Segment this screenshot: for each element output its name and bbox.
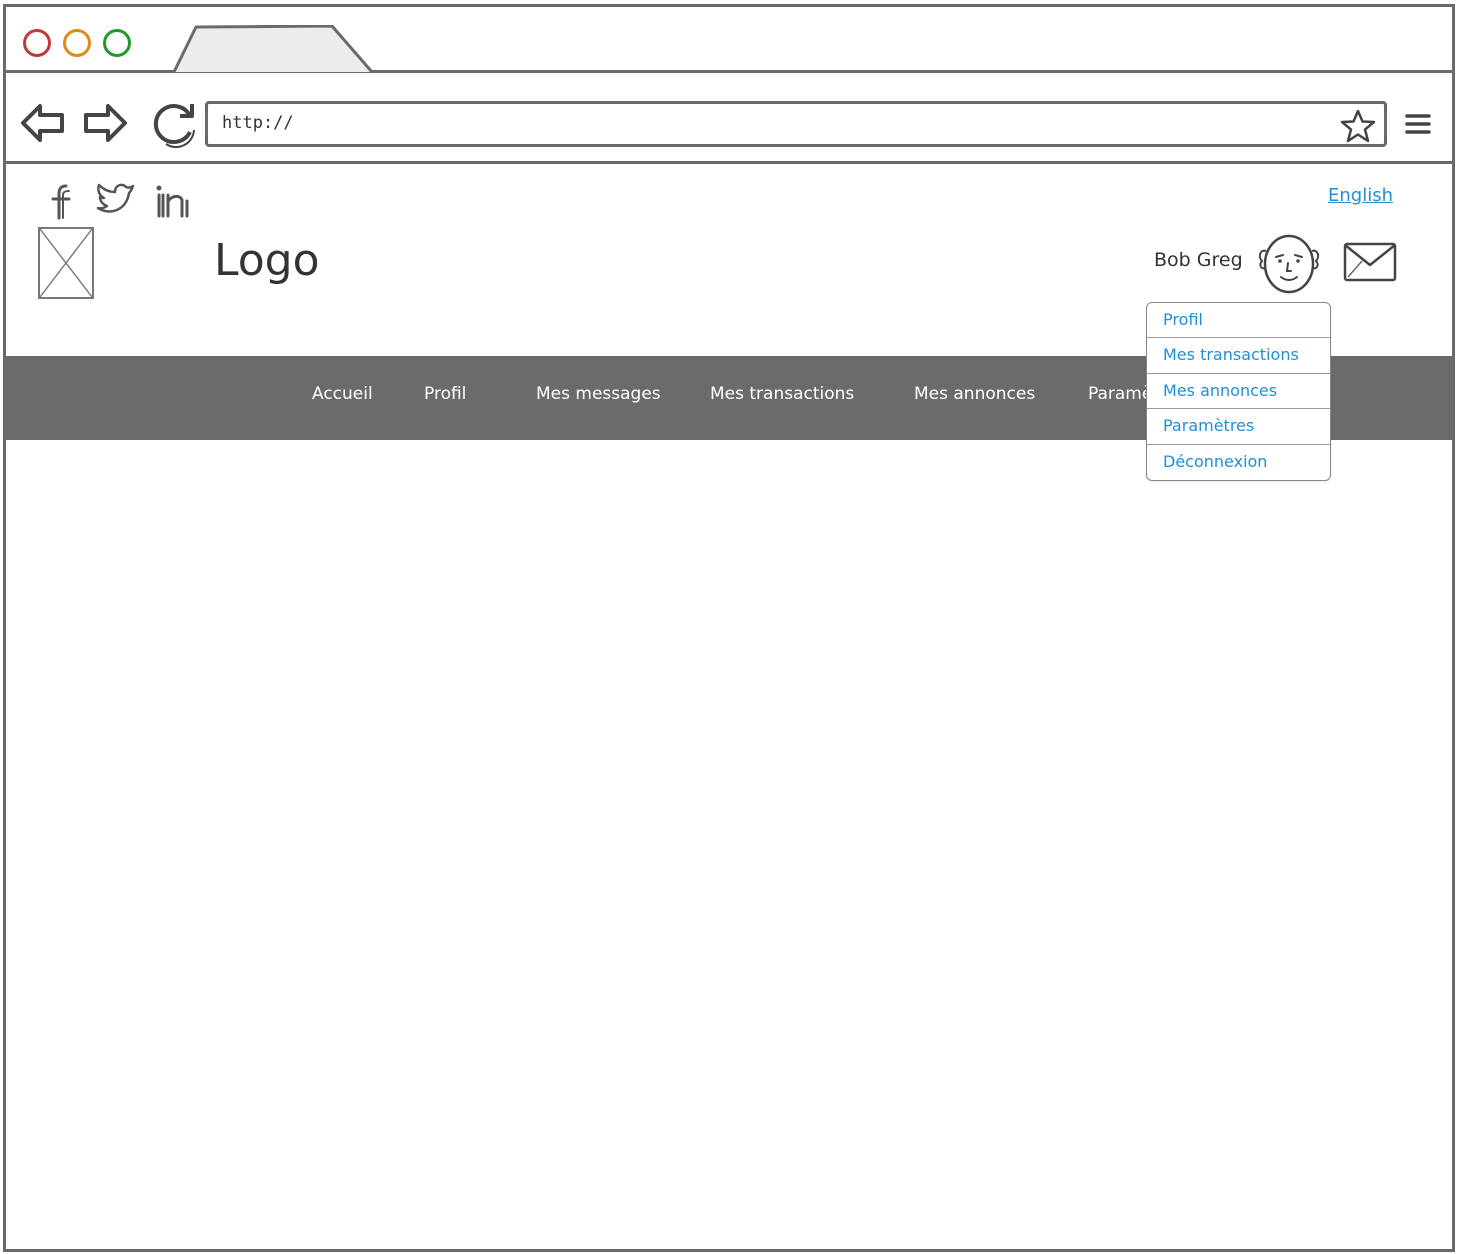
logo-image-placeholder (38, 227, 94, 299)
maximize-window-button[interactable] (103, 29, 131, 57)
browser-tab[interactable] (172, 25, 376, 73)
forward-arrow-icon[interactable] (82, 102, 128, 144)
language-english-link[interactable]: English (1328, 185, 1393, 206)
star-icon[interactable] (1340, 109, 1376, 143)
facebook-icon[interactable] (50, 183, 74, 221)
browser-titlebar (6, 7, 1452, 73)
linkedin-icon[interactable] (154, 184, 192, 218)
browser-navbar: http:// (6, 76, 1452, 164)
hamburger-menu-icon[interactable] (1404, 112, 1432, 136)
nav-item-mes-transactions[interactable]: Mes transactions (710, 384, 854, 404)
nav-item-profil[interactable]: Profil (424, 384, 466, 404)
nav-item-mes-messages[interactable]: Mes messages (536, 384, 661, 404)
minimize-window-button[interactable] (63, 29, 91, 57)
dropdown-item-parametres[interactable]: Paramètres (1147, 409, 1330, 445)
nav-item-accueil[interactable]: Accueil (312, 384, 373, 404)
mail-icon[interactable] (1342, 241, 1398, 283)
logo-text[interactable]: Logo (214, 235, 320, 286)
user-name[interactable]: Bob Greg (1154, 249, 1243, 271)
address-bar[interactable]: http:// (205, 101, 1387, 147)
nav-item-parametres[interactable]: Paramè (1088, 384, 1152, 404)
page-content: English Logo Bob Greg Accueil Profil Mes… (6, 167, 1452, 1249)
close-window-button[interactable] (23, 29, 51, 57)
reload-icon[interactable] (150, 100, 198, 148)
dropdown-item-deconnexion[interactable]: Déconnexion (1147, 445, 1330, 480)
dropdown-item-mes-annonces[interactable]: Mes annonces (1147, 374, 1330, 410)
avatar-face-icon[interactable] (1252, 231, 1326, 295)
nav-item-mes-annonces[interactable]: Mes annonces (914, 384, 1035, 404)
back-arrow-icon[interactable] (20, 102, 66, 144)
browser-window: http:// English Logo Bob Greg Accueil Pr… (3, 4, 1455, 1252)
user-dropdown-menu: Profil Mes transactions Mes annonces Par… (1146, 302, 1331, 481)
twitter-icon[interactable] (96, 181, 136, 217)
dropdown-item-profil[interactable]: Profil (1147, 303, 1330, 339)
dropdown-item-mes-transactions[interactable]: Mes transactions (1147, 338, 1330, 374)
address-bar-text: http:// (222, 113, 294, 133)
